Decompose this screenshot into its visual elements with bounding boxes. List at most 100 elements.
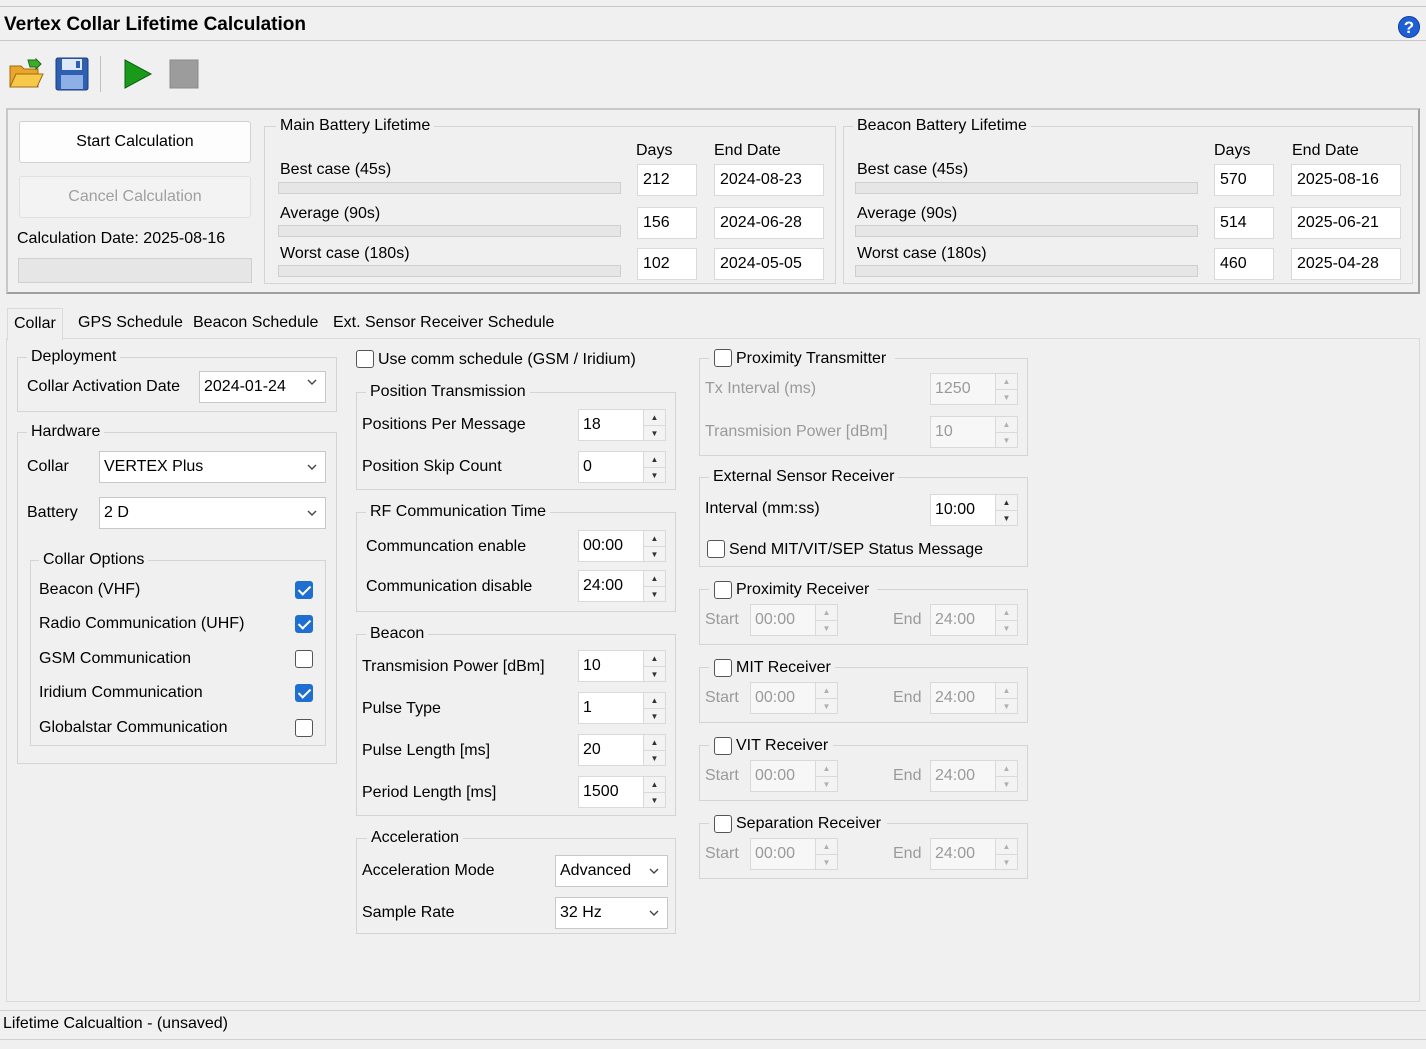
spin-up-icon[interactable]: ▲ <box>644 410 665 425</box>
proximity-receiver-checkbox[interactable] <box>714 581 732 599</box>
spinner-buttons[interactable]: ▲ ▼ <box>643 452 665 482</box>
spin-down-icon[interactable]: ▼ <box>644 750 665 765</box>
spinner-buttons[interactable]: ▲ ▼ <box>995 761 1017 791</box>
beacon-worst-days[interactable]: 460 <box>1214 248 1274 280</box>
send-status-message-checkbox[interactable] <box>707 540 725 558</box>
vit-receiver-start-spinner[interactable]: 00:00 ▲ ▼ <box>750 760 838 792</box>
beacon-best-days[interactable]: 570 <box>1214 164 1274 196</box>
cancel-calculation-button[interactable]: Cancel Calculation <box>19 176 251 218</box>
spin-down-icon[interactable]: ▼ <box>996 432 1017 447</box>
help-icon[interactable]: ? <box>1398 16 1420 38</box>
spinner-buttons[interactable]: ▲ ▼ <box>643 531 665 561</box>
spin-up-icon[interactable]: ▲ <box>996 374 1017 389</box>
spin-up-icon[interactable]: ▲ <box>644 651 665 666</box>
spinner-buttons[interactable]: ▲ ▼ <box>995 374 1017 404</box>
spinner-buttons[interactable]: ▲ ▼ <box>995 495 1017 525</box>
pulse-length-spinner[interactable]: 20 ▲ ▼ <box>578 734 666 766</box>
spin-up-icon[interactable]: ▲ <box>816 683 837 698</box>
start-calculation-button[interactable]: Start Calculation <box>19 121 251 163</box>
spin-up-icon[interactable]: ▲ <box>644 571 665 586</box>
spin-down-icon[interactable]: ▼ <box>644 425 665 440</box>
separation-receiver-checkbox[interactable] <box>714 815 732 833</box>
spin-down-icon[interactable]: ▼ <box>996 776 1017 791</box>
iridium-checkbox[interactable] <box>295 684 313 702</box>
spin-up-icon[interactable]: ▲ <box>816 605 837 620</box>
open-folder-icon[interactable] <box>8 56 44 92</box>
proximity-receiver-end-spinner[interactable]: 24:00 ▲ ▼ <box>930 604 1018 636</box>
save-icon[interactable] <box>54 56 90 92</box>
tab-ext-sensor-receiver-schedule[interactable]: Ext. Sensor Receiver Schedule <box>327 308 560 339</box>
globalstar-checkbox[interactable] <box>295 719 313 737</box>
battery-select[interactable]: 2 D <box>99 497 326 529</box>
radio-uhf-checkbox[interactable] <box>295 615 313 633</box>
sample-rate-select[interactable]: 32 Hz <box>555 897 668 929</box>
spin-up-icon[interactable]: ▲ <box>996 839 1017 854</box>
collar-activation-date-picker[interactable]: 2024-01-24 <box>199 371 326 403</box>
stop-icon[interactable] <box>166 56 202 92</box>
main-worst-days[interactable]: 102 <box>637 248 697 280</box>
proximity-transmitter-checkbox[interactable] <box>714 349 732 367</box>
spin-up-icon[interactable]: ▲ <box>644 531 665 546</box>
spin-up-icon[interactable]: ▲ <box>816 839 837 854</box>
spinner-buttons[interactable]: ▲ ▼ <box>815 839 837 869</box>
pulse-type-spinner[interactable]: 1 ▲ ▼ <box>578 692 666 724</box>
play-icon[interactable] <box>120 56 156 92</box>
spin-up-icon[interactable]: ▲ <box>644 777 665 792</box>
spin-up-icon[interactable]: ▲ <box>996 683 1017 698</box>
spin-down-icon[interactable]: ▼ <box>996 389 1017 404</box>
spin-down-icon[interactable]: ▼ <box>644 467 665 482</box>
positions-per-message-spinner[interactable]: 18 ▲ ▼ <box>578 409 666 441</box>
spinner-buttons[interactable]: ▲ ▼ <box>643 410 665 440</box>
spin-up-icon[interactable]: ▲ <box>644 452 665 467</box>
spin-down-icon[interactable]: ▼ <box>996 854 1017 869</box>
mit-receiver-start-spinner[interactable]: 00:00 ▲ ▼ <box>750 682 838 714</box>
spinner-buttons[interactable]: ▲ ▼ <box>815 605 837 635</box>
position-skip-count-spinner[interactable]: 0 ▲ ▼ <box>578 451 666 483</box>
separation-receiver-start-spinner[interactable]: 00:00 ▲ ▼ <box>750 838 838 870</box>
vit-receiver-checkbox[interactable] <box>714 737 732 755</box>
beacon-average-days[interactable]: 514 <box>1214 207 1274 239</box>
beacon-power-spinner[interactable]: 10 ▲ ▼ <box>578 650 666 682</box>
main-best-end-date[interactable]: 2024-08-23 <box>714 164 824 196</box>
tab-collar[interactable]: Collar <box>7 308 63 340</box>
tab-gps-schedule[interactable]: GPS Schedule <box>72 308 189 339</box>
ext-interval-spinner[interactable]: 10:00 ▲ ▼ <box>930 494 1018 526</box>
acceleration-mode-select[interactable]: Advanced <box>555 855 668 887</box>
beacon-worst-end-date[interactable]: 2025-04-28 <box>1291 248 1401 280</box>
period-length-spinner[interactable]: 1500 ▲ ▼ <box>578 776 666 808</box>
spinner-buttons[interactable]: ▲ ▼ <box>643 693 665 723</box>
main-average-end-date[interactable]: 2024-06-28 <box>714 207 824 239</box>
beacon-best-end-date[interactable]: 2025-08-16 <box>1291 164 1401 196</box>
spinner-buttons[interactable]: ▲ ▼ <box>643 735 665 765</box>
collar-select[interactable]: VERTEX Plus <box>99 451 326 483</box>
prox-transmission-power-spinner[interactable]: 10 ▲ ▼ <box>930 416 1018 448</box>
spinner-buttons[interactable]: ▲ ▼ <box>995 417 1017 447</box>
proximity-receiver-start-spinner[interactable]: 00:00 ▲ ▼ <box>750 604 838 636</box>
spin-down-icon[interactable]: ▼ <box>644 792 665 807</box>
gsm-checkbox[interactable] <box>295 650 313 668</box>
spin-down-icon[interactable]: ▼ <box>996 698 1017 713</box>
spinner-buttons[interactable]: ▲ ▼ <box>995 683 1017 713</box>
spinner-buttons[interactable]: ▲ ▼ <box>995 605 1017 635</box>
spin-down-icon[interactable]: ▼ <box>996 620 1017 635</box>
spinner-buttons[interactable]: ▲ ▼ <box>815 761 837 791</box>
spinner-buttons[interactable]: ▲ ▼ <box>995 839 1017 869</box>
spin-down-icon[interactable]: ▼ <box>816 698 837 713</box>
tx-interval-spinner[interactable]: 1250 ▲ ▼ <box>930 373 1018 405</box>
spin-down-icon[interactable]: ▼ <box>816 620 837 635</box>
spinner-buttons[interactable]: ▲ ▼ <box>815 683 837 713</box>
spin-up-icon[interactable]: ▲ <box>996 417 1017 432</box>
spinner-buttons[interactable]: ▲ ▼ <box>643 571 665 601</box>
spin-down-icon[interactable]: ▼ <box>644 666 665 681</box>
spin-up-icon[interactable]: ▲ <box>996 761 1017 776</box>
main-average-days[interactable]: 156 <box>637 207 697 239</box>
spin-down-icon[interactable]: ▼ <box>644 546 665 561</box>
spin-up-icon[interactable]: ▲ <box>644 693 665 708</box>
beacon-vhf-checkbox[interactable] <box>295 581 313 599</box>
spin-down-icon[interactable]: ▼ <box>644 586 665 601</box>
spin-up-icon[interactable]: ▲ <box>996 605 1017 620</box>
tab-beacon-schedule[interactable]: Beacon Schedule <box>187 308 324 339</box>
spin-down-icon[interactable]: ▼ <box>816 854 837 869</box>
spin-down-icon[interactable]: ▼ <box>816 776 837 791</box>
spinner-buttons[interactable]: ▲ ▼ <box>643 777 665 807</box>
